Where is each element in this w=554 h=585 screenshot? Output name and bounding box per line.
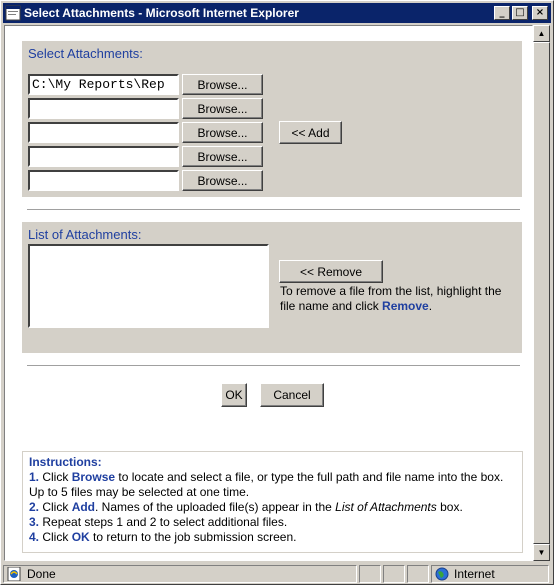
zone-text: Internet [454,567,495,581]
file-input-3[interactable] [28,122,179,143]
status-pane-4 [407,565,429,583]
remove-help-text: To remove a file from the list, highligh… [280,284,502,313]
zone-pane: Internet [431,565,549,583]
scrollbar-thumb[interactable] [533,42,550,544]
status-pane-3 [383,565,405,583]
instructions-box: Instructions: 1. Click Browse to locate … [22,451,523,553]
instruction-step-3: 3. Repeat steps 1 and 2 to select additi… [29,515,288,529]
file-input-1[interactable]: C:\My Reports\Rep [28,74,179,95]
remove-button[interactable]: << Remove [279,260,383,283]
scroll-down-icon[interactable]: ▼ [533,544,550,561]
scroll-up-icon[interactable]: ▲ [533,25,550,42]
status-pane-2 [359,565,381,583]
vertical-scrollbar[interactable]: ▲ ▼ [533,25,550,561]
ie-icon [5,5,21,21]
add-button[interactable]: << Add [279,121,342,144]
browse-button-3[interactable]: Browse... [182,122,263,143]
divider-1 [27,209,520,211]
done-page-icon [7,566,23,582]
browser-window: Select Attachments - Microsoft Internet … [0,0,554,585]
cancel-button[interactable]: Cancel [260,383,324,407]
status-pane: Done [3,565,357,583]
divider-2 [27,365,520,367]
select-attachments-heading: Select Attachments: [28,46,143,61]
maximize-button[interactable]: □ [512,6,528,20]
browse-button-5[interactable]: Browse... [182,170,263,191]
select-attachments-panel: Select Attachments: C:\My Reports\Rep Br… [22,41,522,197]
instruction-step-2: 2. Click Add. Names of the uploaded file… [29,500,463,514]
ok-button[interactable]: OK [221,383,247,407]
list-attachments-panel: List of Attachments: << Remove To remove… [22,222,522,353]
page-content: Select Attachments: C:\My Reports\Rep Br… [4,25,533,561]
window-title: Select Attachments - Microsoft Internet … [24,6,299,20]
instruction-step-1: 1. Click Browse to locate and select a f… [29,470,504,499]
remove-keyword: Remove [382,299,429,313]
file-input-2[interactable] [28,98,179,119]
attachments-listbox[interactable] [28,244,269,328]
title-bar[interactable]: Select Attachments - Microsoft Internet … [3,3,551,23]
file-input-4[interactable] [28,146,179,167]
list-attachments-heading: List of Attachments: [28,227,142,242]
status-bar: Done Internet [3,565,551,583]
browse-button-2[interactable]: Browse... [182,98,263,119]
status-text: Done [27,567,56,581]
file-input-5[interactable] [28,170,179,191]
minimize-button[interactable]: _ [494,6,510,20]
browse-button-4[interactable]: Browse... [182,146,263,167]
internet-globe-icon [435,567,449,581]
instructions-heading: Instructions: [29,455,102,469]
instruction-step-4: 4. Click OK to return to the job submiss… [29,530,297,544]
close-button[interactable]: × [532,6,548,20]
browse-button-1[interactable]: Browse... [182,74,263,95]
